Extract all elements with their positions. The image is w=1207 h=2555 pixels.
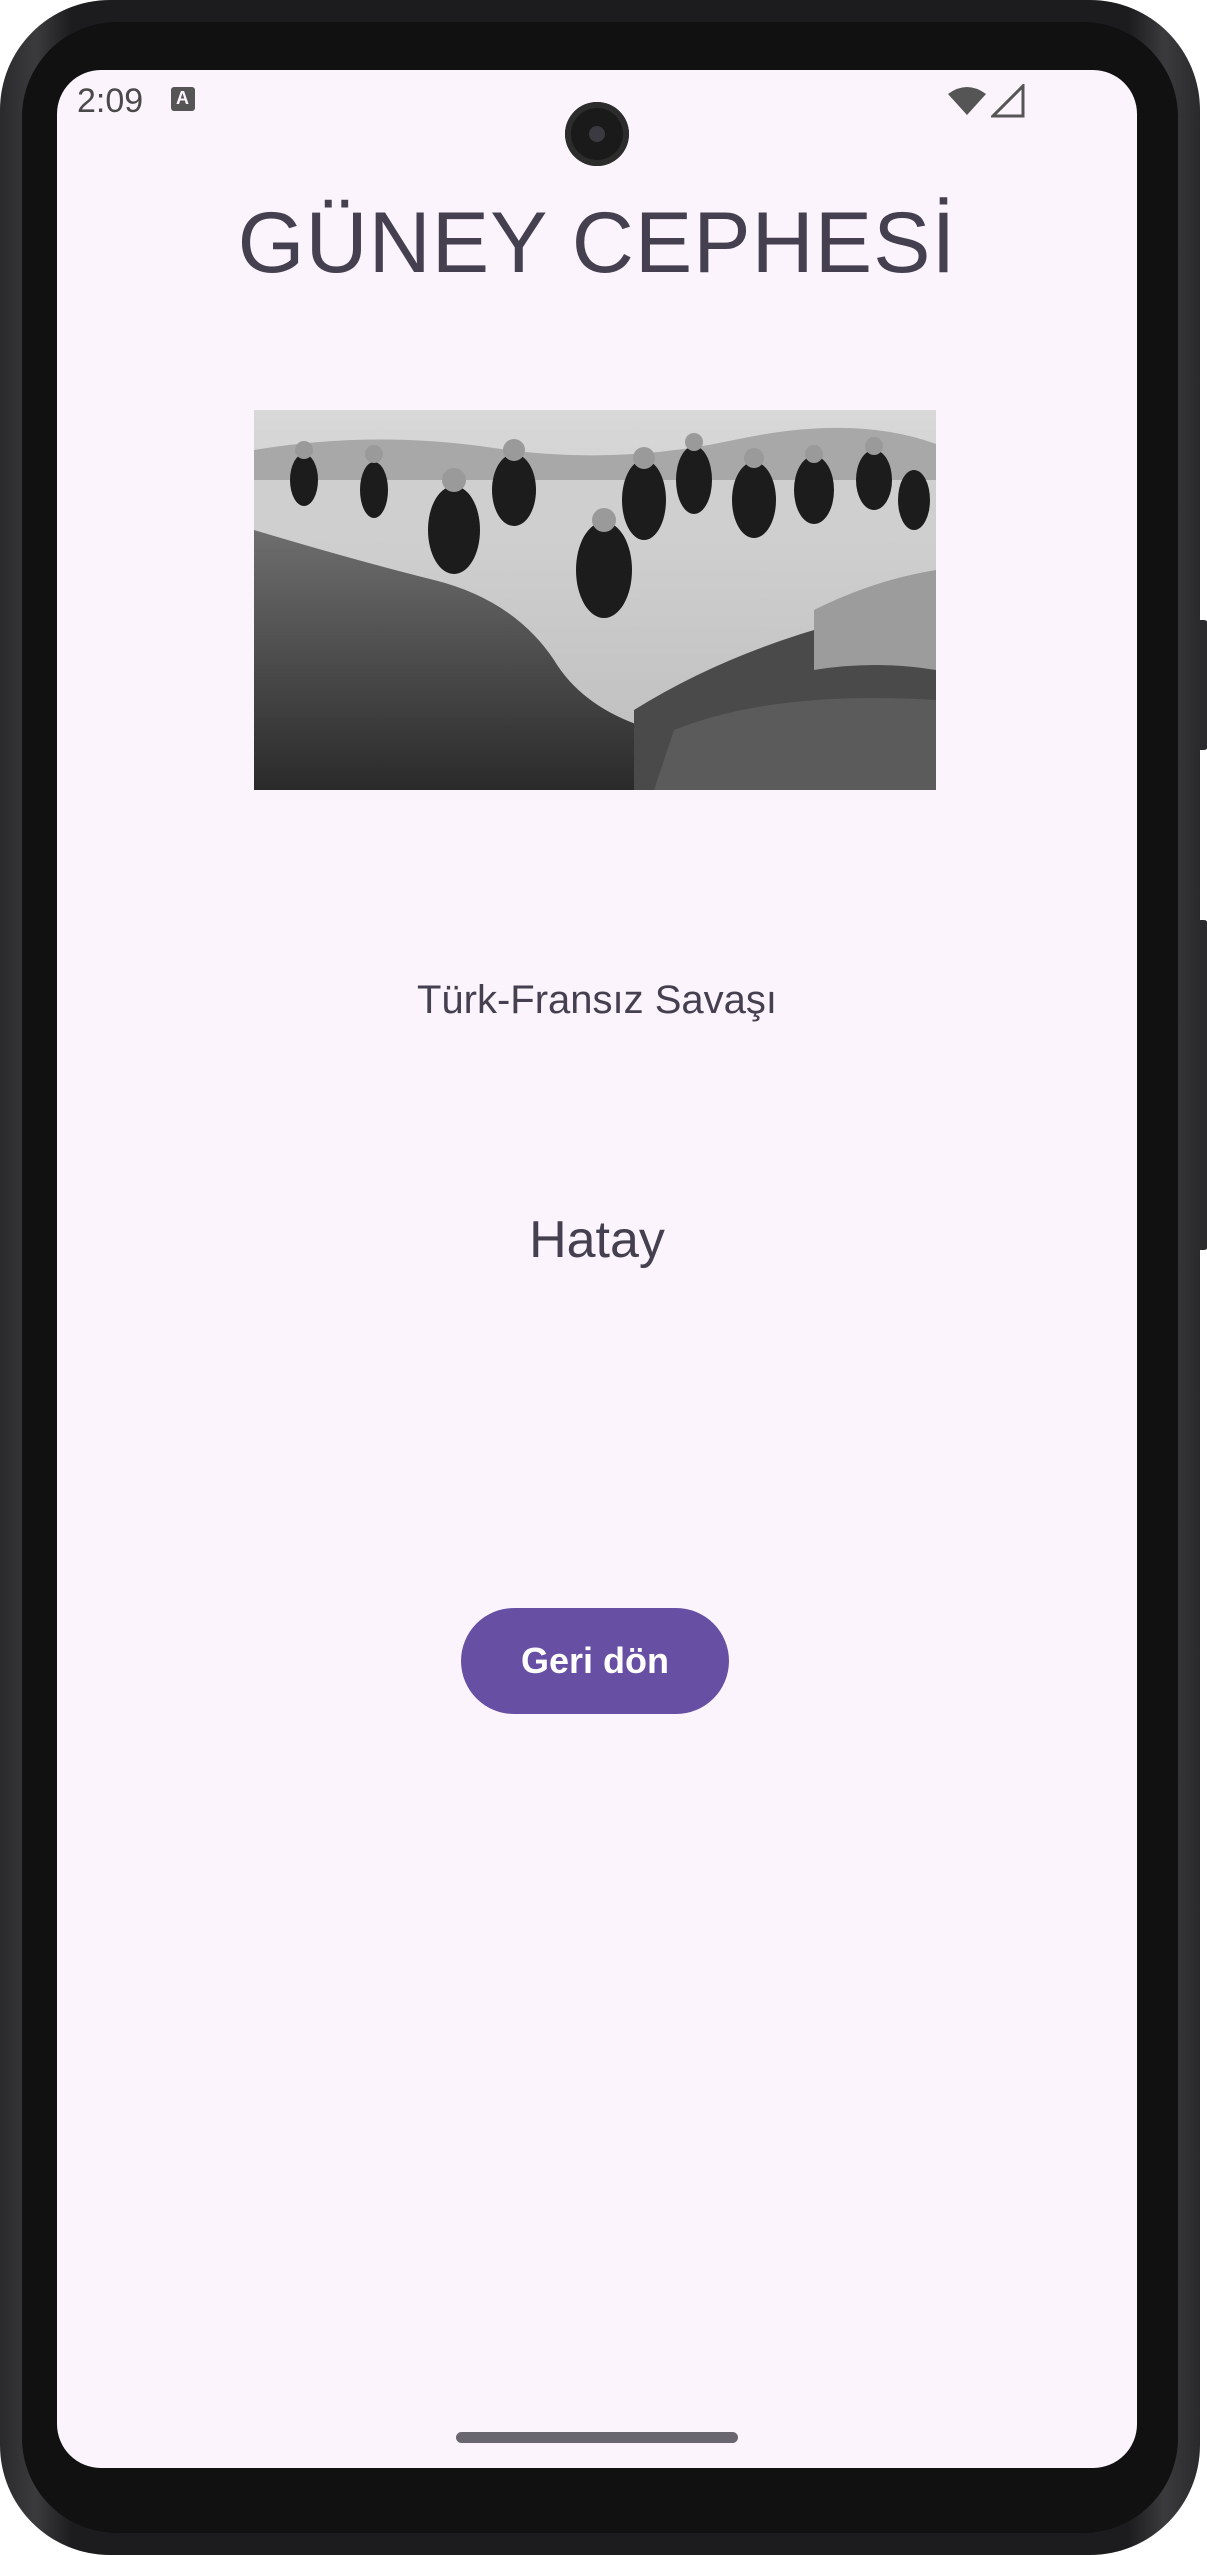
power-button xyxy=(1198,620,1207,750)
volume-button xyxy=(1198,920,1207,1250)
phone-frame: 2:09 GÜNEY CEPHESİ xyxy=(0,0,1207,2555)
trench-photo-image xyxy=(254,410,936,790)
wifi-icon xyxy=(948,87,986,115)
app-screen: 2:09 GÜNEY CEPHESİ xyxy=(57,70,1137,2468)
back-button[interactable]: Geri dön xyxy=(461,1608,729,1714)
battle-subtitle: Türk-Fransız Savaşı xyxy=(416,978,778,1022)
trench-photo xyxy=(254,410,936,790)
page-title: GÜNEY CEPHESİ xyxy=(237,195,957,291)
home-indicator[interactable] xyxy=(456,2432,738,2443)
front-camera xyxy=(565,102,629,166)
status-time: 2:09 xyxy=(77,82,144,120)
location-label: Hatay xyxy=(529,1211,665,1269)
a-notification-icon xyxy=(171,87,195,111)
cell-signal-icon xyxy=(991,84,1025,118)
